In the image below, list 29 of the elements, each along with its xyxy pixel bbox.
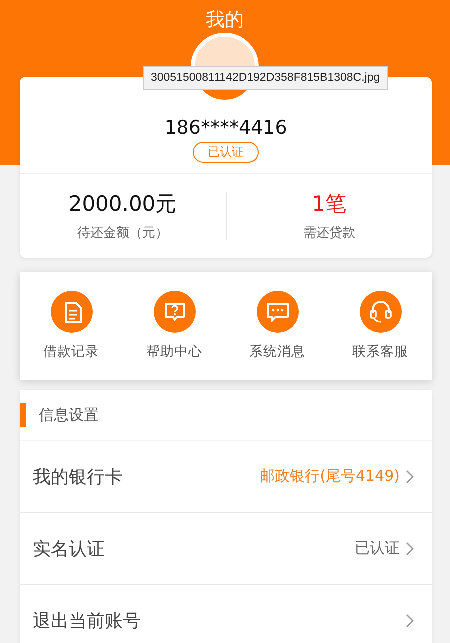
menu-item[interactable]: 帮助中心 bbox=[123, 291, 226, 361]
stat-value: 1笔 bbox=[312, 191, 346, 218]
chevron-icon bbox=[406, 470, 414, 484]
accent-bar bbox=[20, 403, 26, 427]
chat-bubble-icon bbox=[256, 291, 298, 333]
stat-label: 待还金额（元） bbox=[77, 225, 168, 242]
settings-row[interactable]: 实名认证 已认证 bbox=[20, 513, 432, 585]
row-label: 退出当前账号 bbox=[33, 610, 142, 632]
row-label: 我的银行卡 bbox=[33, 466, 124, 488]
tooltip: 30051500811142D192D358F815B1308C.jpg bbox=[143, 66, 388, 90]
question-bubble-icon bbox=[154, 291, 196, 333]
chevron-icon bbox=[406, 614, 414, 628]
page-title: 我的 bbox=[206, 8, 244, 33]
row-label: 实名认证 bbox=[33, 538, 106, 560]
settings-row[interactable]: 我的银行卡 邮政银行(尾号4149) bbox=[20, 441, 432, 513]
section-title: 信息设置 bbox=[39, 406, 99, 424]
stat-label: 需还贷款 bbox=[303, 225, 356, 242]
menu-item[interactable]: 借款记录 bbox=[20, 291, 123, 361]
row-value: 已认证 bbox=[355, 539, 400, 558]
menu-item[interactable]: 系统消息 bbox=[226, 291, 329, 361]
chevron-icon bbox=[406, 542, 414, 556]
document-icon bbox=[50, 291, 92, 333]
stat-value: 2000.00元 bbox=[68, 191, 177, 218]
row-value: 邮政银行(尾号4149) bbox=[260, 467, 400, 486]
menu-item[interactable]: 联系客服 bbox=[329, 291, 432, 361]
phone-number: 186****4416 bbox=[164, 117, 288, 139]
settings-row[interactable]: 退出当前账号 bbox=[20, 585, 432, 643]
headset-icon bbox=[360, 291, 402, 333]
verified-badge: 已认证 bbox=[193, 142, 259, 163]
